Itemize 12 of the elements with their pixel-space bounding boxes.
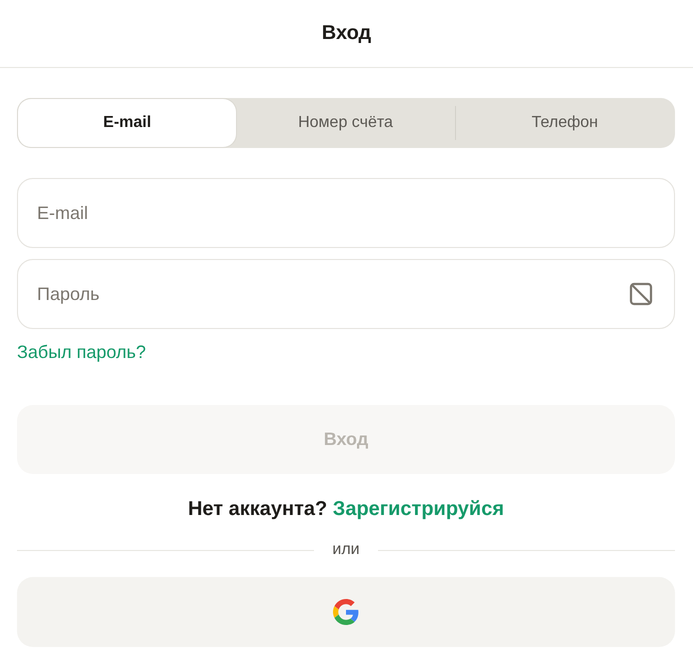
forgot-password-link[interactable]: Забыл пароль? xyxy=(17,342,146,363)
tab[interactable]: E-mail xyxy=(18,99,236,147)
password-field[interactable]: Пароль xyxy=(17,259,675,329)
slashed-square-icon[interactable] xyxy=(629,282,653,306)
register-link[interactable]: Зарегистрируйся xyxy=(332,498,504,520)
page-title: Вход xyxy=(322,22,372,45)
tab[interactable]: Номер счёта xyxy=(236,99,455,147)
signup-prompt: Нет аккаунта? Зарегистрируйся xyxy=(186,498,506,521)
divider-label: или xyxy=(332,541,360,559)
email-field[interactable]: E-mail xyxy=(17,178,675,248)
tab[interactable]: Телефон xyxy=(454,106,674,140)
google-logo-icon xyxy=(333,599,359,625)
